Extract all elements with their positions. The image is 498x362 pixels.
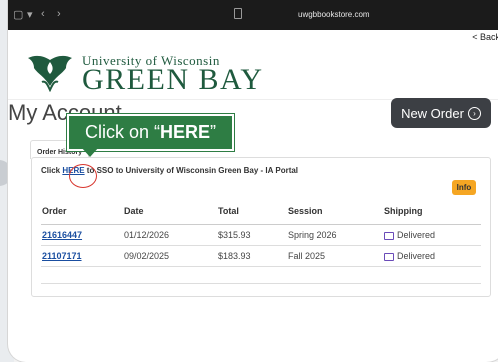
table-row: 21616447 01/12/2026 $315.93 Spring 2026 … xyxy=(41,224,481,246)
tooltip-pointer xyxy=(81,147,99,157)
new-order-button[interactable]: New Order › xyxy=(391,98,491,128)
tooltip-prefix: Click on “ xyxy=(84,122,160,142)
page-icon xyxy=(234,8,242,19)
shipping-status: Delivered xyxy=(383,224,481,246)
column-header-session: Session xyxy=(287,198,383,225)
order-link[interactable]: 21616447 xyxy=(42,230,82,240)
order-total: $183.93 xyxy=(217,245,287,267)
new-order-label: New Order xyxy=(401,105,464,121)
university-name: GREEN BAY xyxy=(82,63,264,96)
order-session: Spring 2026 xyxy=(287,224,383,246)
tooltip-bold: HERE xyxy=(160,122,211,142)
truck-icon xyxy=(384,231,394,240)
nav-strip: < Back xyxy=(8,30,498,44)
order-session: Fall 2025 xyxy=(287,245,383,267)
table-row: 21107171 09/02/2025 $183.93 Fall 2025 De… xyxy=(41,245,481,267)
sso-prefix: Click xyxy=(41,166,63,175)
shipping-label: Delivered xyxy=(397,230,436,240)
sso-instruction: Click HERE to SSO to University of Wisco… xyxy=(41,164,299,188)
address-bar[interactable]: uwgbbookstore.com xyxy=(298,10,370,19)
highlight-circle xyxy=(69,164,97,188)
arrow-right-circle-icon: › xyxy=(467,106,481,120)
truck-icon xyxy=(384,252,394,261)
shipping-label: Delivered xyxy=(397,251,436,261)
instruction-tooltip: Click on “HERE” xyxy=(67,114,234,151)
empty-cell xyxy=(41,266,481,284)
order-total: $315.93 xyxy=(217,224,287,246)
order-link[interactable]: 21107171 xyxy=(42,251,82,261)
column-header-order: Order xyxy=(41,198,123,225)
tooltip-suffix: ” xyxy=(210,122,217,142)
order-date: 01/12/2026 xyxy=(123,224,217,246)
browser-toolbar: ▢ ▾ ‹ › uwgbbookstore.com xyxy=(8,0,498,30)
shipping-status: Delivered xyxy=(383,245,481,267)
column-header-total: Total xyxy=(217,198,287,225)
column-header-shipping: Shipping xyxy=(383,198,481,225)
forward-arrow-icon[interactable]: › xyxy=(57,8,61,20)
site-header: University of Wisconsin GREEN BAY xyxy=(8,44,498,100)
back-link[interactable]: < Back xyxy=(472,32,498,42)
table-row-empty xyxy=(41,266,481,284)
sso-suffix: to SSO to University of Wisconsin Green … xyxy=(84,166,299,175)
info-badge[interactable]: Info xyxy=(452,180,476,195)
table-header-row: Order Date Total Session Shipping xyxy=(41,198,481,225)
phoenix-logo[interactable] xyxy=(24,52,76,92)
orders-table: Order Date Total Session Shipping 216164… xyxy=(41,198,481,284)
device-frame: ▢ ▾ ‹ › uwgbbookstore.com < Back Univers… xyxy=(8,0,498,362)
order-date: 09/02/2025 xyxy=(123,245,217,267)
order-history-panel: Click HERE to SSO to University of Wisco… xyxy=(31,157,491,297)
column-header-date: Date xyxy=(123,198,217,225)
chevron-down-icon[interactable]: ▾ xyxy=(27,8,33,21)
back-arrow-icon[interactable]: ‹ xyxy=(41,8,45,20)
sidebar-toggle-icon[interactable]: ▢ xyxy=(13,8,23,21)
